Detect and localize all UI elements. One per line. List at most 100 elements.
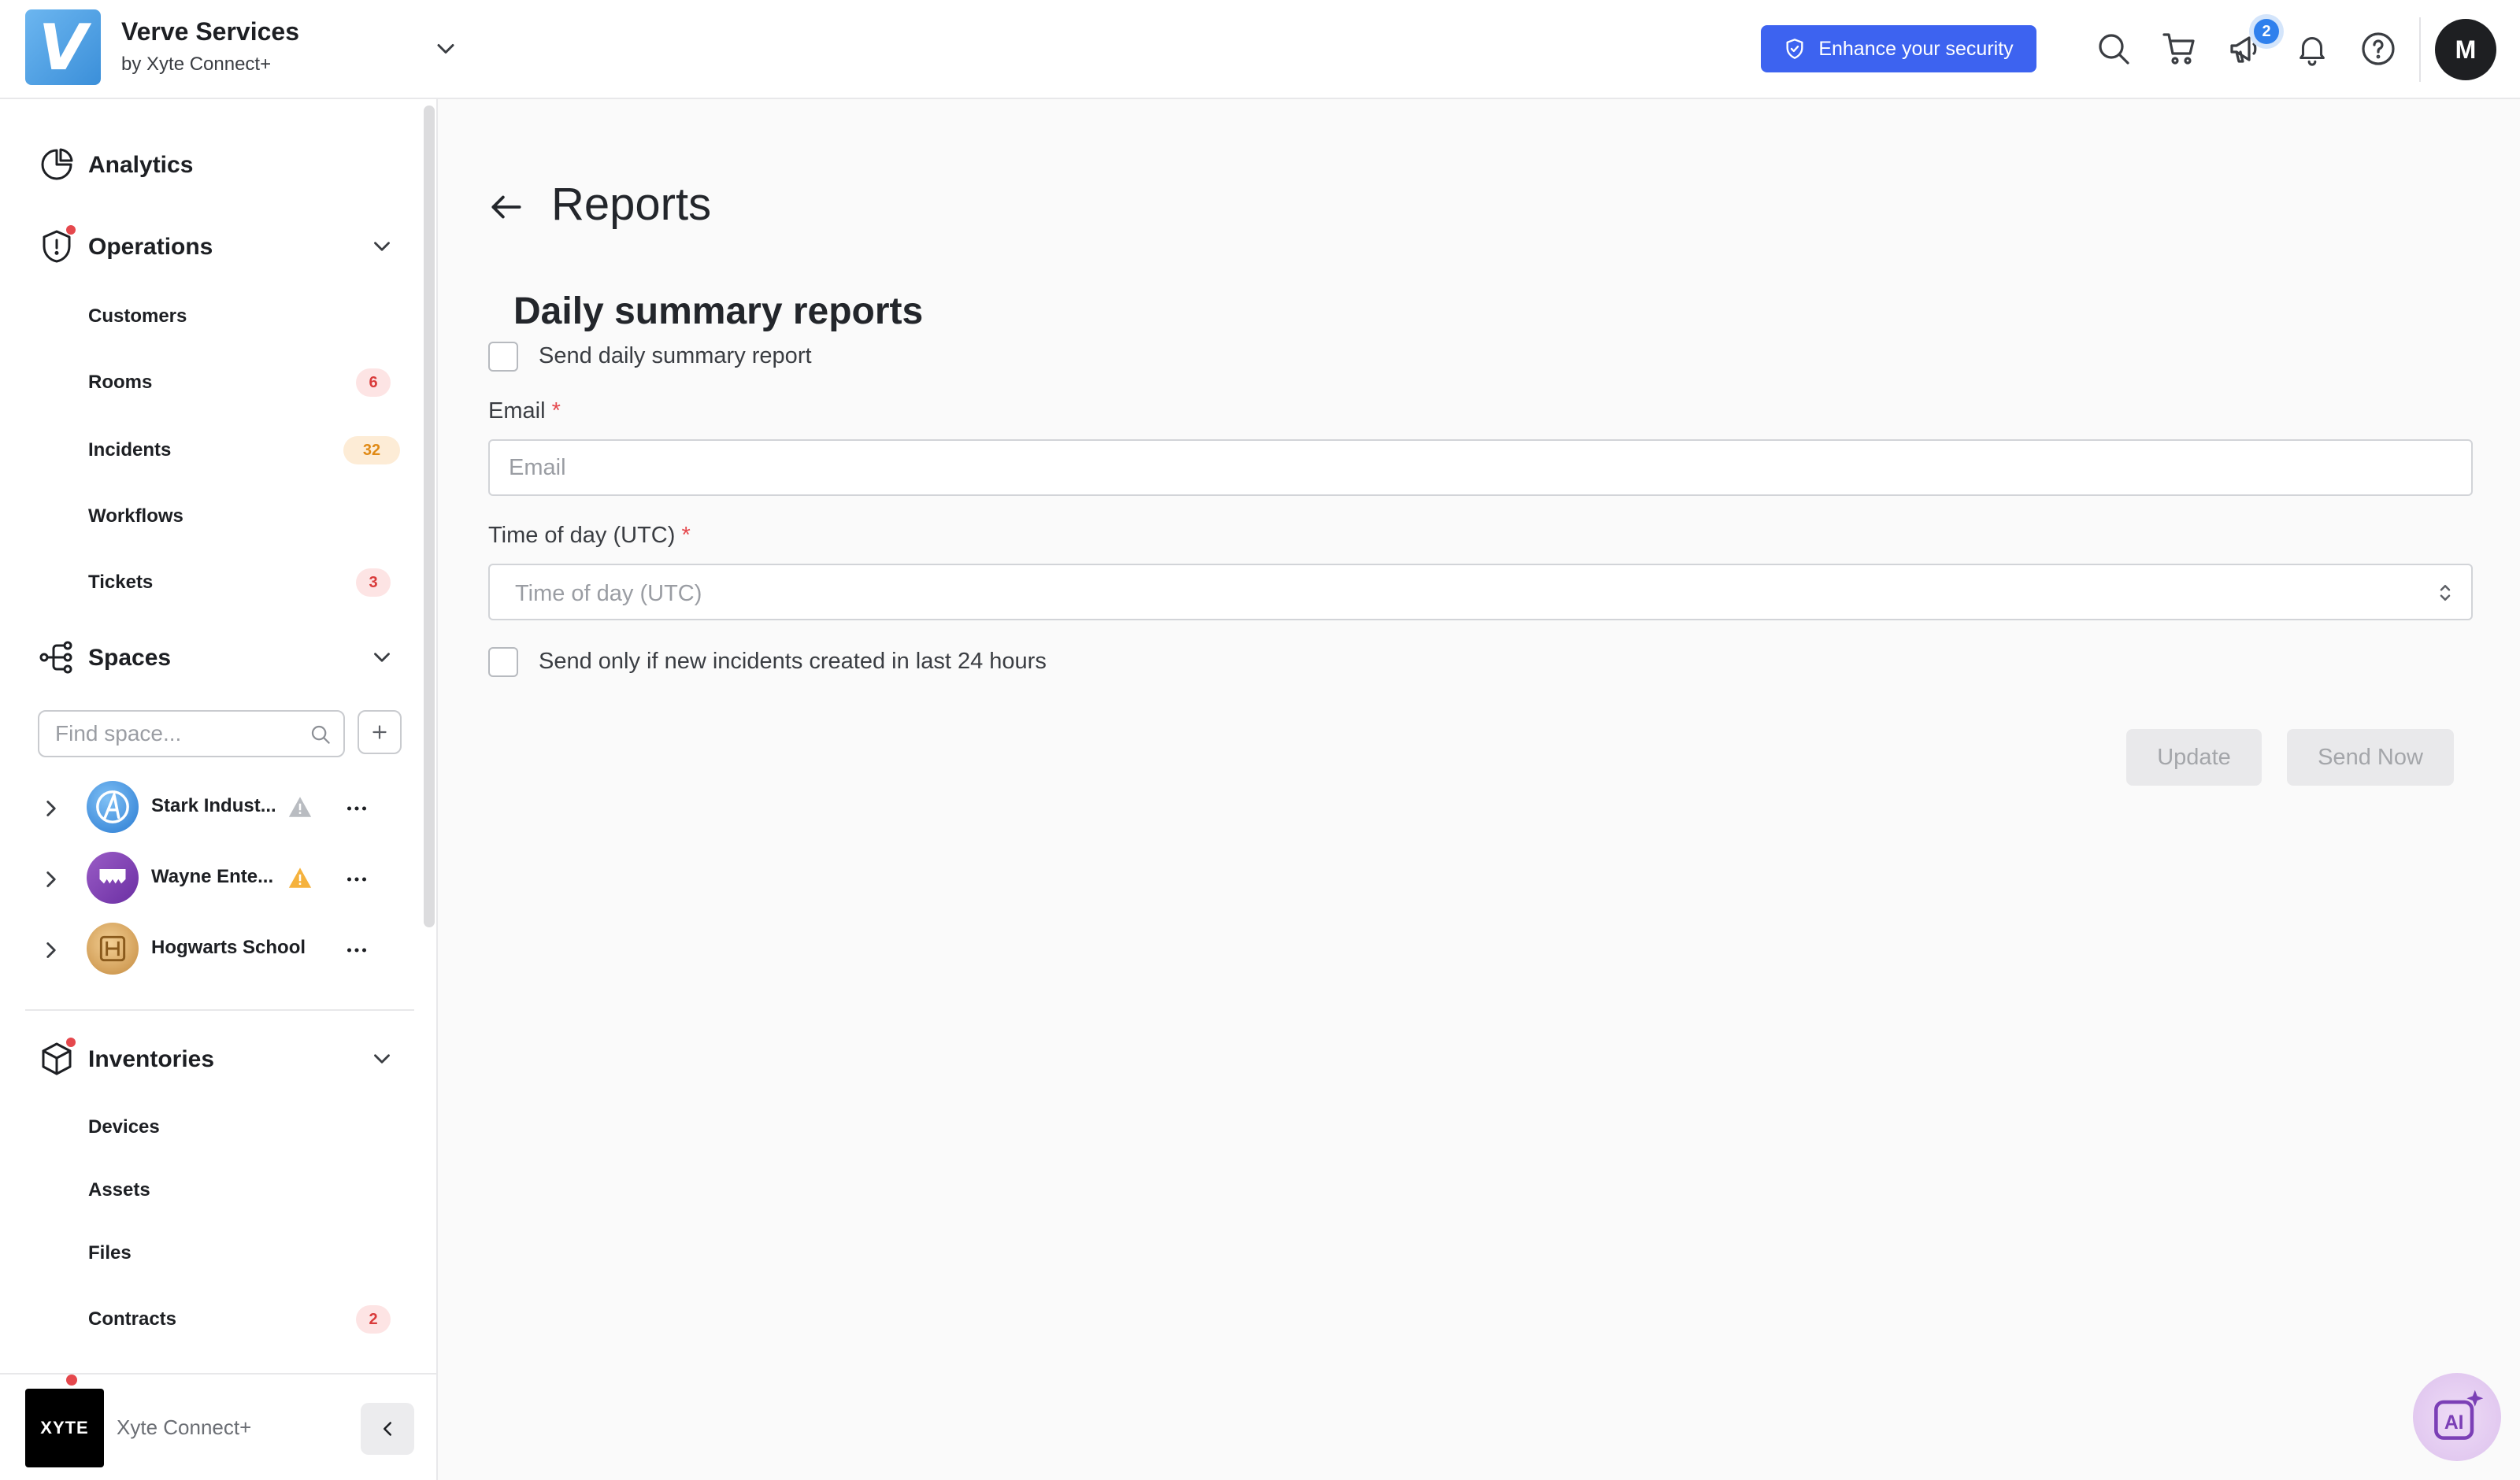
shield-check-icon [1786,39,1803,59]
org-subtitle: by Xyte Connect+ [121,54,272,75]
sidebar-section-spaces[interactable]: Spaces [0,630,425,685]
email-label: Email * [488,398,561,424]
ai-sparkle-icon: AI [2434,1389,2484,1440]
sidebar-item-files[interactable]: Files [0,1228,425,1278]
sidebar-section-operations[interactable]: Operations [0,219,425,274]
sidebar-item-label: Incidents [88,439,172,461]
header-divider [2419,17,2421,82]
help-button[interactable] [2356,27,2400,71]
top-header: V Verve Services by Xyte Connect+ Enhanc… [0,0,2520,99]
sidebar-scrollbar[interactable] [424,105,435,927]
xyte-logo: XYTE [25,1389,104,1467]
plus-icon [372,725,387,739]
chevron-down-icon[interactable] [369,1045,395,1072]
notifications-button[interactable] [2290,27,2334,71]
warning-icon [288,868,312,888]
sidebar-item-tickets[interactable]: Tickets 3 [0,557,425,608]
space-logo-wayne [87,852,139,904]
select-arrows-icon [2440,585,2451,601]
send-daily-checkbox[interactable] [488,342,518,372]
send-now-button[interactable]: Send Now [2287,729,2454,786]
sidebar-item-assets[interactable]: Assets [0,1165,425,1215]
footer-alert-dot [66,1375,77,1386]
sidebar-section-inventories[interactable]: Inventories [0,1031,425,1086]
warning-icon [288,797,312,817]
space-row-wayne[interactable]: Wayne Ente... [0,849,425,912]
sidebar: Analytics Operations Customers Rooms 6 I… [0,99,438,1480]
analytics-icon [41,148,73,180]
announcements-count-badge: 2 [2254,19,2279,44]
sidebar-label-inventories: Inventories [88,1046,215,1072]
search-button[interactable] [2092,27,2136,71]
sidebar-item-rooms[interactable]: Rooms 6 [0,357,425,408]
chevron-down-icon[interactable] [432,35,460,63]
sidebar-item-label: Assets [88,1179,150,1201]
sidebar-item-label: Tickets [88,572,154,593]
enhance-security-label: Enhance your security [1818,37,2014,60]
main-content: Reports Daily summary reports Send daily… [438,99,2520,1480]
more-icon[interactable] [342,935,372,965]
sidebar-item-workflows[interactable]: Workflows [0,491,425,542]
add-space-button[interactable] [358,710,402,754]
space-logo-stark [87,781,139,833]
sidebar-item-incidents[interactable]: Incidents 32 [0,425,425,475]
sidebar-item-label: Devices [88,1116,160,1138]
chevron-right-icon[interactable] [38,937,65,964]
chevron-down-icon[interactable] [369,233,395,260]
search-icon [2099,34,2129,65]
cart-icon [2162,33,2195,65]
svg-text:AI: AI [2444,1412,2464,1434]
incidents-count-badge: 32 [343,436,400,464]
space-name: Stark Indust... [151,795,276,816]
ai-assistant-button[interactable]: AI [2413,1373,2501,1461]
cart-button[interactable] [2158,27,2202,71]
user-avatar[interactable]: M [2435,19,2496,80]
sidebar-label-operations: Operations [88,234,213,260]
more-icon[interactable] [342,864,372,894]
sidebar-item-label: Rooms [88,372,153,393]
rooms-count-badge: 6 [356,368,391,397]
sidebar-item-analytics[interactable]: Analytics [0,137,425,192]
space-row-hogwarts[interactable]: Hogwarts School [0,919,425,982]
contracts-count-badge: 2 [356,1305,391,1334]
tickets-count-badge: 3 [356,568,391,597]
send-daily-label: Send daily summary report [539,343,812,368]
sidebar-label-spaces: Spaces [88,645,172,671]
email-field[interactable] [488,439,2473,496]
only-new-incidents-label: Send only if new incidents created in la… [539,649,1047,674]
time-of-day-label: Time of day (UTC) * [488,523,691,548]
chevron-right-icon[interactable] [38,866,65,893]
sidebar-divider [25,1009,414,1011]
sidebar-item-devices[interactable]: Devices [0,1102,425,1153]
operations-alert-dot [66,225,76,235]
chevron-right-icon[interactable] [38,795,65,822]
org-name[interactable]: Verve Services [121,17,299,46]
time-of-day-select[interactable]: Time of day (UTC) [488,564,2473,620]
help-icon [2362,32,2395,65]
only-new-incidents-checkbox[interactable] [488,647,518,677]
page-title: Reports [551,179,712,230]
sidebar-label-analytics: Analytics [88,152,194,178]
org-logo[interactable]: V [25,9,101,85]
spaces-icon [39,641,72,674]
space-name: Wayne Ente... [151,866,274,887]
enhance-security-button[interactable]: Enhance your security [1761,25,2036,72]
time-of-day-placeholder: Time of day (UTC) [515,581,702,606]
more-icon[interactable] [342,794,372,823]
sidebar-item-customers[interactable]: Customers [0,291,425,342]
find-space-input[interactable] [38,710,345,757]
chevron-down-icon[interactable] [369,644,395,671]
sidebar-item-contracts[interactable]: Contracts 2 [0,1294,425,1345]
inventories-alert-dot [66,1038,76,1047]
sidebar-item-label: Contracts [88,1308,177,1330]
sidebar-item-label: Customers [88,305,187,327]
sidebar-footer: XYTE Xyte Connect+ [0,1373,436,1480]
update-button[interactable]: Update [2126,729,2262,786]
sidebar-item-label: Files [88,1242,132,1264]
back-arrow-icon[interactable] [487,187,526,227]
sidebar-item-label: Workflows [88,505,183,527]
collapse-sidebar-button[interactable] [361,1403,414,1455]
space-logo-hogwarts [87,923,139,975]
space-name: Hogwarts School [151,937,306,958]
space-row-stark[interactable]: Stark Indust... [0,778,425,841]
